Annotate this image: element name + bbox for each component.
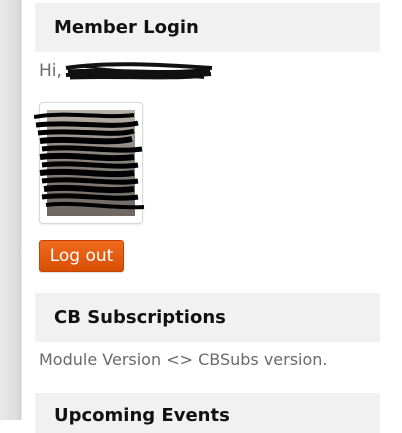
avatar-redaction bbox=[34, 112, 145, 210]
member-login-header: Member Login bbox=[35, 3, 380, 52]
module-version-text: Module Version <> CBSubs version. bbox=[39, 350, 328, 369]
upcoming-events-header: Upcoming Events bbox=[35, 393, 380, 433]
greeting-text: Hi, bbox=[39, 61, 62, 81]
sidebar-edge bbox=[0, 0, 22, 420]
username-redaction bbox=[65, 62, 213, 80]
logout-button[interactable]: Log out bbox=[39, 240, 124, 272]
avatar[interactable] bbox=[34, 102, 145, 224]
cb-subscriptions-header: CB Subscriptions bbox=[35, 293, 380, 342]
